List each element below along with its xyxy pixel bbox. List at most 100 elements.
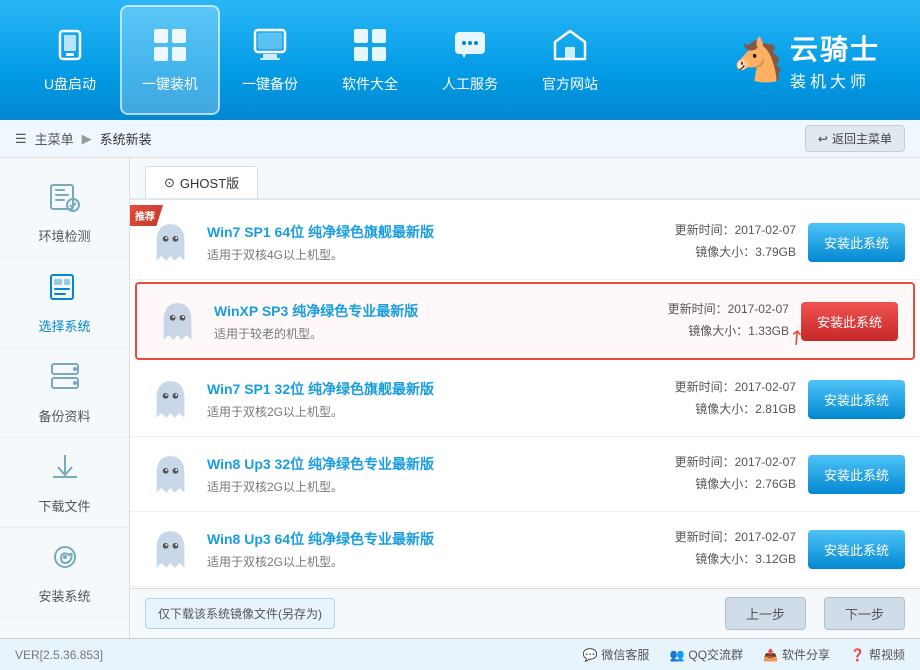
- system-item-winxp: WinXP SP3 纯净绿色专业最新版 适用于较老的机型。 更新时间：2017-…: [135, 282, 915, 360]
- nav-usb[interactable]: U盘启动: [20, 5, 120, 115]
- footer-qq[interactable]: 👥 QQ交流群: [669, 646, 743, 663]
- install-btn-win8-64[interactable]: 安装此系统: [808, 530, 905, 569]
- install-btn-win7-64[interactable]: 安装此系统: [808, 223, 905, 262]
- sidebar-item-select[interactable]: 选择系统: [0, 258, 129, 348]
- usb-icon: [52, 27, 88, 68]
- size-win7-32: 镜像大小：2.81GB: [636, 399, 796, 421]
- nav-website[interactable]: 官方网站: [520, 5, 620, 115]
- nav-backup-label: 一键备份: [242, 74, 298, 94]
- main-content: 环境检测 选择系统: [0, 158, 920, 638]
- update-time-winxp: 更新时间：2017-02-07: [629, 299, 789, 321]
- system-name-win7-64[interactable]: Win7 SP1 64位 纯净绿色旗舰最新版: [207, 222, 624, 242]
- update-time-win7-64: 更新时间：2017-02-07: [636, 220, 796, 242]
- update-time-win7-32: 更新时间：2017-02-07: [636, 377, 796, 399]
- size-win8-32: 镜像大小：2.76GB: [636, 474, 796, 496]
- system-desc-win7-64: 适用于双核4G以上机型。: [207, 246, 624, 263]
- system-item-win8-64: Win8 Up3 64位 纯净绿色专业最新版 适用于双核2G以上机型。 更新时间…: [130, 512, 920, 587]
- nav-backup[interactable]: 一键备份: [220, 5, 320, 115]
- system-desc-win8-64: 适用于双核2G以上机型。: [207, 553, 624, 570]
- next-button[interactable]: 下一步: [824, 597, 905, 630]
- prev-button[interactable]: 上一步: [725, 597, 806, 630]
- nav-service-label: 人工服务: [442, 74, 498, 94]
- size-win8-64: 镜像大小：3.12GB: [636, 549, 796, 571]
- system-info-win7-64: Win7 SP1 64位 纯净绿色旗舰最新版 适用于双核4G以上机型。: [207, 222, 624, 263]
- ghost-tab-label: GHOST版: [180, 173, 239, 192]
- software-icon: [352, 27, 388, 68]
- system-name-winxp[interactable]: WinXP SP3 纯净绿色专业最新版: [214, 301, 617, 321]
- backup-icon: [252, 27, 288, 68]
- tab-ghost[interactable]: ⊙ GHOST版: [145, 166, 258, 198]
- system-info-winxp: WinXP SP3 纯净绿色专业最新版 适用于较老的机型。: [214, 301, 617, 342]
- footer: VER[2.5.36.853] 💬 微信客服 👥 QQ交流群 📤 软件分享 ❓ …: [0, 638, 920, 670]
- nav-onekey[interactable]: 一键装机: [120, 5, 220, 115]
- breadcrumb: ☰ 主菜单 ▶ 系统新装 ↩ 返回主菜单: [0, 120, 920, 158]
- nav-software[interactable]: 软件大全: [320, 5, 420, 115]
- back-button[interactable]: ↩ 返回主菜单: [805, 125, 905, 152]
- nav-software-label: 软件大全: [342, 74, 398, 94]
- tab-bar: ⊙ GHOST版: [130, 158, 920, 200]
- nav-service[interactable]: 人工服务: [420, 5, 520, 115]
- sidebar-item-backup[interactable]: 备份资料: [0, 348, 129, 438]
- content-panel: ⊙ GHOST版 推荐 Win7 SP1 64位 纯净绿色旗舰最新版 适用于双核…: [130, 158, 920, 638]
- install-btn-win7-32[interactable]: 安装此系统: [808, 380, 905, 419]
- nav-usb-label: U盘启动: [44, 74, 96, 94]
- update-time-win8-64: 更新时间：2017-02-07: [636, 527, 796, 549]
- system-info-win7-32: Win7 SP1 32位 纯净绿色旗舰最新版 适用于双核2G以上机型。: [207, 379, 624, 420]
- system-name-win7-32[interactable]: Win7 SP1 32位 纯净绿色旗舰最新版: [207, 379, 624, 399]
- install-btn-win8-32[interactable]: 安装此系统: [808, 455, 905, 494]
- back-icon: ↩: [818, 132, 828, 146]
- sidebar-item-env[interactable]: 环境检测: [0, 168, 129, 258]
- header: U盘启动 一键装机 一键备份: [0, 0, 920, 120]
- system-name-win8-64[interactable]: Win8 Up3 64位 纯净绿色专业最新版: [207, 529, 624, 549]
- sidebar: 环境检测 选择系统: [0, 158, 130, 638]
- service-icon: [452, 27, 488, 68]
- system-meta-win8-64: 更新时间：2017-02-07 镜像大小：3.12GB: [636, 527, 796, 570]
- footer-wechat[interactable]: 💬 微信客服: [582, 646, 649, 663]
- system-item-win7-64: 推荐 Win7 SP1 64位 纯净绿色旗舰最新版 适用于双核4G以上机型。 更…: [130, 205, 920, 280]
- ghost-tab-icon: ⊙: [164, 175, 175, 191]
- bottom-bar: 仅下载该系统镜像文件(另存为) 上一步 下一步: [130, 588, 920, 638]
- footer-help[interactable]: ❓ 帮视频: [850, 646, 905, 663]
- ghost-icon-win8-32: [145, 449, 195, 499]
- logo: 🐴 云骑士 装机大师: [733, 28, 900, 92]
- sidebar-item-download[interactable]: 下载文件: [0, 438, 129, 528]
- system-info-win8-64: Win8 Up3 64位 纯净绿色专业最新版 适用于双核2G以上机型。: [207, 529, 624, 570]
- system-desc-win7-32: 适用于双核2G以上机型。: [207, 403, 624, 420]
- system-info-win8-32: Win8 Up3 32位 纯净绿色专业最新版 适用于双核2G以上机型。: [207, 454, 624, 495]
- backup-data-icon: [49, 361, 81, 400]
- system-list: 推荐 Win7 SP1 64位 纯净绿色旗舰最新版 适用于双核4G以上机型。 更…: [130, 200, 920, 588]
- sidebar-item-install[interactable]: 安装系统: [0, 528, 129, 618]
- system-item-win8-32: Win8 Up3 32位 纯净绿色专业最新版 适用于双核2G以上机型。 更新时间…: [130, 437, 920, 512]
- footer-share[interactable]: 📤 软件分享: [763, 646, 830, 663]
- system-meta-winxp: 更新时间：2017-02-07 镜像大小：1.33GB: [629, 299, 789, 342]
- install-icon: [49, 541, 81, 580]
- system-name-win8-32[interactable]: Win8 Up3 32位 纯净绿色专业最新版: [207, 454, 624, 474]
- size-winxp: 镜像大小：1.33GB: [629, 321, 789, 343]
- ghost-icon-win8-64: [145, 524, 195, 574]
- logo-main: 云骑士: [790, 28, 880, 68]
- sidebar-select-label: 选择系统: [38, 316, 90, 335]
- system-meta-win7-32: 更新时间：2017-02-07 镜像大小：2.81GB: [636, 377, 796, 420]
- system-meta-win7-64: 更新时间：2017-02-07 镜像大小：3.79GB: [636, 220, 796, 263]
- sidebar-install-label: 安装系统: [38, 586, 90, 605]
- breadcrumb-separator: ▶: [82, 131, 92, 147]
- system-desc-win8-32: 适用于双核2G以上机型。: [207, 478, 624, 495]
- breadcrumb-current: 系统新装: [100, 129, 152, 148]
- sidebar-env-label: 环境检测: [38, 226, 90, 245]
- breadcrumb-menu-icon: ☰: [15, 131, 27, 147]
- select-icon: [49, 271, 81, 310]
- logo-knight-icon: 🐴: [733, 36, 785, 85]
- ghost-icon-win7-32: [145, 374, 195, 424]
- onekey-icon: [152, 27, 188, 68]
- env-icon: [49, 181, 81, 220]
- footer-links: 💬 微信客服 👥 QQ交流群 📤 软件分享 ❓ 帮视频: [582, 646, 905, 663]
- sidebar-download-label: 下载文件: [38, 496, 90, 515]
- system-item-win7-32: Win7 SP1 32位 纯净绿色旗舰最新版 适用于双核2G以上机型。 更新时间…: [130, 362, 920, 437]
- download-only-button[interactable]: 仅下载该系统镜像文件(另存为): [145, 598, 335, 629]
- breadcrumb-home: 主菜单: [35, 129, 74, 148]
- install-btn-winxp[interactable]: 安装此系统: [801, 302, 898, 341]
- ghost-icon-winxp: [152, 296, 202, 346]
- system-meta-win8-32: 更新时间：2017-02-07 镜像大小：2.76GB: [636, 452, 796, 495]
- nav-items: U盘启动 一键装机 一键备份: [20, 5, 733, 115]
- update-time-win8-32: 更新时间：2017-02-07: [636, 452, 796, 474]
